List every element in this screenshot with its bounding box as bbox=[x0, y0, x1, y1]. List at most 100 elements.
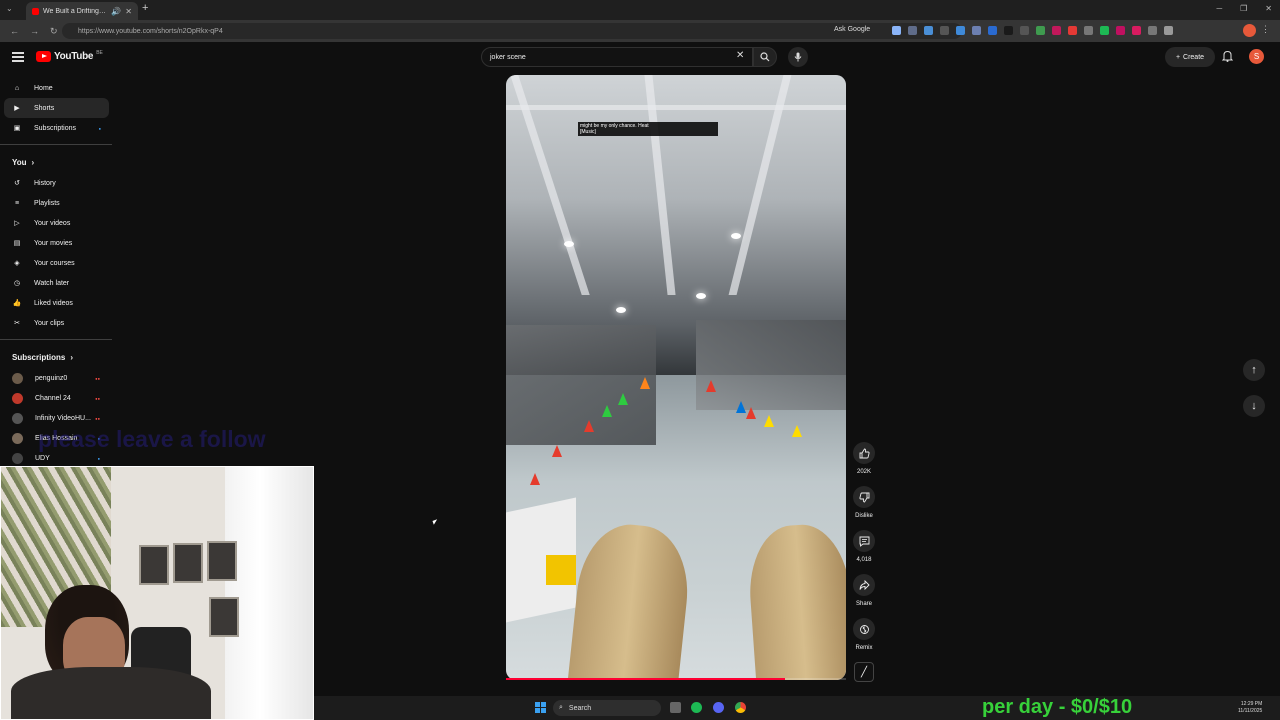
sidebar-item-label: Subscriptions bbox=[34, 124, 77, 132]
comments-action: 4,018 bbox=[850, 530, 878, 574]
subscriptions-icon: ▣ bbox=[13, 125, 21, 132]
sidebar-item-your-clips[interactable]: ✂ Your clips bbox=[4, 313, 109, 333]
close-window-icon[interactable]: ✕ bbox=[1265, 4, 1272, 13]
ask-google-button[interactable]: Ask Google bbox=[834, 26, 870, 33]
sidebar-item-your-videos[interactable]: ▷ Your videos bbox=[4, 213, 109, 233]
extension-icon[interactable] bbox=[972, 26, 981, 35]
youtube-logo[interactable]: YouTube BE bbox=[36, 50, 103, 62]
windows-start-icon[interactable] bbox=[535, 702, 546, 713]
extension-icon[interactable] bbox=[1068, 26, 1077, 35]
mute-tab-icon[interactable]: 🔊 bbox=[111, 7, 121, 16]
new-tab-icon[interactable]: + bbox=[142, 2, 148, 14]
browser-tab-bar: ⌄ We Built a Drifting Wheelch 🔊 ✕ + ─ ❐ … bbox=[0, 0, 1280, 20]
remix-button[interactable] bbox=[853, 618, 875, 640]
extension-icon[interactable] bbox=[956, 26, 965, 35]
account-avatar[interactable]: S bbox=[1249, 49, 1264, 64]
extension-icon[interactable] bbox=[1052, 26, 1061, 35]
tab-search-chevron-icon[interactable]: ⌄ bbox=[6, 4, 13, 13]
window-controls: ─ ❐ ✕ bbox=[1216, 4, 1272, 13]
clock-date: 11/11/2025 bbox=[1238, 708, 1263, 714]
browser-menu-icon[interactable]: ⋮ bbox=[1261, 24, 1270, 35]
sidebar-item-home[interactable]: ⌂ Home bbox=[4, 78, 109, 98]
home-icon: ⌂ bbox=[14, 84, 20, 92]
channel-avatar bbox=[12, 392, 23, 404]
sidebar-item-watch-later[interactable]: ◷ Watch later bbox=[4, 273, 109, 293]
sidebar-item-history[interactable]: ↺ History bbox=[4, 173, 109, 193]
browser-profile-icon[interactable] bbox=[1243, 24, 1256, 37]
taskbar-search[interactable]: ⌕ Search bbox=[553, 700, 661, 716]
extension-icon[interactable] bbox=[1004, 26, 1013, 35]
task-view-icon[interactable] bbox=[670, 702, 681, 713]
video-progress-bar[interactable] bbox=[506, 678, 846, 680]
sidebar-item-your-movies[interactable]: ▤ Your movies bbox=[4, 233, 109, 253]
share-button[interactable] bbox=[853, 574, 875, 596]
like-button[interactable] bbox=[853, 442, 875, 464]
sound-thumbnail[interactable]: ╱ bbox=[854, 662, 874, 682]
voice-search-button[interactable] bbox=[788, 47, 808, 67]
webcam-person-body bbox=[11, 667, 211, 719]
sidebar-item-playlists[interactable]: ≡ Playlists bbox=[4, 193, 109, 213]
sidebar-item-label: History bbox=[34, 179, 56, 187]
you-section-heading[interactable]: You › bbox=[0, 151, 115, 173]
extension-icon[interactable] bbox=[1132, 26, 1141, 35]
extension-icon[interactable] bbox=[988, 26, 997, 35]
subscriptions-section-heading[interactable]: Subscriptions › bbox=[0, 346, 115, 368]
sidebar-item-label: Liked videos bbox=[34, 299, 73, 307]
logo-wordmark: YouTube bbox=[54, 51, 94, 62]
search-button[interactable] bbox=[753, 47, 777, 67]
shorts-video-player[interactable]: might be my only chance. Heat [Music] bbox=[506, 75, 846, 680]
dislike-button[interactable] bbox=[853, 486, 875, 508]
chrome-icon[interactable] bbox=[735, 702, 746, 713]
extension-icon[interactable] bbox=[1020, 26, 1029, 35]
extension-icon[interactable] bbox=[1084, 26, 1093, 35]
share-label: Share bbox=[855, 601, 872, 607]
extension-icon[interactable] bbox=[1116, 26, 1125, 35]
discord-icon[interactable] bbox=[713, 702, 724, 713]
stream-goal-overlay: per day - $0/$10 bbox=[982, 696, 1133, 718]
new-content-dot: ● bbox=[97, 455, 100, 461]
search-input[interactable]: joker scene bbox=[481, 47, 753, 67]
taskbar-search-label: Search bbox=[568, 704, 592, 712]
sidebar-item-label: Watch later bbox=[34, 279, 70, 287]
extension-icon[interactable] bbox=[1164, 26, 1173, 35]
subscription-channel[interactable]: penguinz0 ●● bbox=[0, 368, 108, 388]
taskbar-clock[interactable]: 12:29 PM 11/11/2025 bbox=[1238, 701, 1262, 715]
notifications-bell-icon[interactable] bbox=[1222, 50, 1233, 62]
clear-search-icon[interactable]: ✕ bbox=[736, 50, 744, 61]
address-bar[interactable]: https://www.youtube.com/shorts/n2OpRkx-q… bbox=[62, 23, 962, 39]
sidebar-item-liked-videos[interactable]: 👍 Liked videos bbox=[4, 293, 109, 313]
reload-icon[interactable]: ↻ bbox=[50, 26, 60, 37]
sidebar-item-your-courses[interactable]: ◈ Your courses bbox=[4, 253, 109, 273]
extension-icon[interactable] bbox=[1100, 26, 1109, 35]
live-indicator-icon: ●● bbox=[95, 415, 100, 421]
close-tab-icon[interactable]: ✕ bbox=[125, 7, 132, 16]
extension-icon[interactable] bbox=[892, 26, 901, 35]
back-icon[interactable]: ← bbox=[10, 26, 20, 36]
plus-icon: + bbox=[1175, 53, 1181, 61]
extension-icon[interactable] bbox=[1148, 26, 1157, 35]
channel-avatar bbox=[12, 372, 23, 384]
extension-icon[interactable] bbox=[924, 26, 933, 35]
restore-icon[interactable]: ❐ bbox=[1240, 4, 1247, 13]
extension-icon[interactable] bbox=[1036, 26, 1045, 35]
remix-label: Remix bbox=[855, 645, 873, 651]
video-caption: might be my only chance. Heat [Music] bbox=[578, 122, 718, 136]
menu-icon[interactable] bbox=[12, 52, 24, 64]
subscription-channel[interactable]: Infinity VideoHU... ●● bbox=[0, 408, 108, 428]
comments-button[interactable] bbox=[853, 530, 875, 552]
extension-icon[interactable] bbox=[908, 26, 917, 35]
sidebar-item-subscriptions[interactable]: ▣ Subscriptions ● bbox=[4, 118, 109, 138]
previous-short-button[interactable]: ↑ bbox=[1243, 359, 1265, 381]
extension-icon[interactable] bbox=[940, 26, 949, 35]
sidebar-item-shorts[interactable]: ▶ Shorts bbox=[4, 98, 109, 118]
movies-icon: ▤ bbox=[13, 240, 21, 247]
browser-tab[interactable]: We Built a Drifting Wheelch 🔊 ✕ bbox=[26, 2, 138, 20]
spotify-icon[interactable] bbox=[691, 702, 702, 713]
next-short-button[interactable]: ↓ bbox=[1243, 395, 1265, 417]
your-videos-icon: ▷ bbox=[14, 220, 20, 227]
minimize-icon[interactable]: ─ bbox=[1216, 4, 1222, 13]
create-button[interactable]: + Create bbox=[1165, 47, 1215, 67]
new-content-dot: ● bbox=[98, 125, 101, 131]
forward-icon[interactable]: → bbox=[30, 26, 40, 36]
subscription-channel[interactable]: Channel 24 ●● bbox=[0, 388, 108, 408]
